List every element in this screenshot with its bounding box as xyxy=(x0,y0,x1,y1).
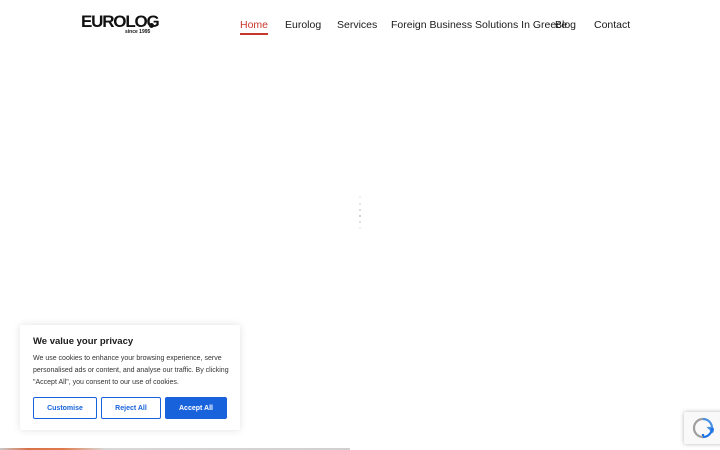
recaptcha-icon xyxy=(692,417,714,439)
site-header: EUROLOG since 1995 Home Eurolog Services… xyxy=(0,0,720,50)
nav-contact[interactable]: Contact xyxy=(594,17,630,33)
cookie-title: We value your privacy xyxy=(33,336,134,347)
nav-blog[interactable]: Blog xyxy=(555,17,576,33)
reject-all-button[interactable]: Reject All xyxy=(101,397,161,419)
nav-foreign-business-solutions[interactable]: Foreign Business Solutions In Greece xyxy=(391,17,567,33)
loading-spinner-icon xyxy=(357,196,363,230)
main-navigation: Home Eurolog Services Foreign Business S… xyxy=(0,17,720,37)
customise-button[interactable]: Customise xyxy=(33,397,97,419)
nav-eurolog[interactable]: Eurolog xyxy=(285,17,321,33)
cookie-description: We use cookies to enhance your browsing … xyxy=(33,355,229,386)
nav-home[interactable]: Home xyxy=(240,17,269,35)
accept-all-button[interactable]: Accept All xyxy=(165,397,227,419)
cookie-consent-banner: We value your privacy We use cookies to … xyxy=(20,325,240,430)
nav-services[interactable]: Services xyxy=(337,17,377,33)
recaptcha-badge[interactable] xyxy=(684,412,720,444)
